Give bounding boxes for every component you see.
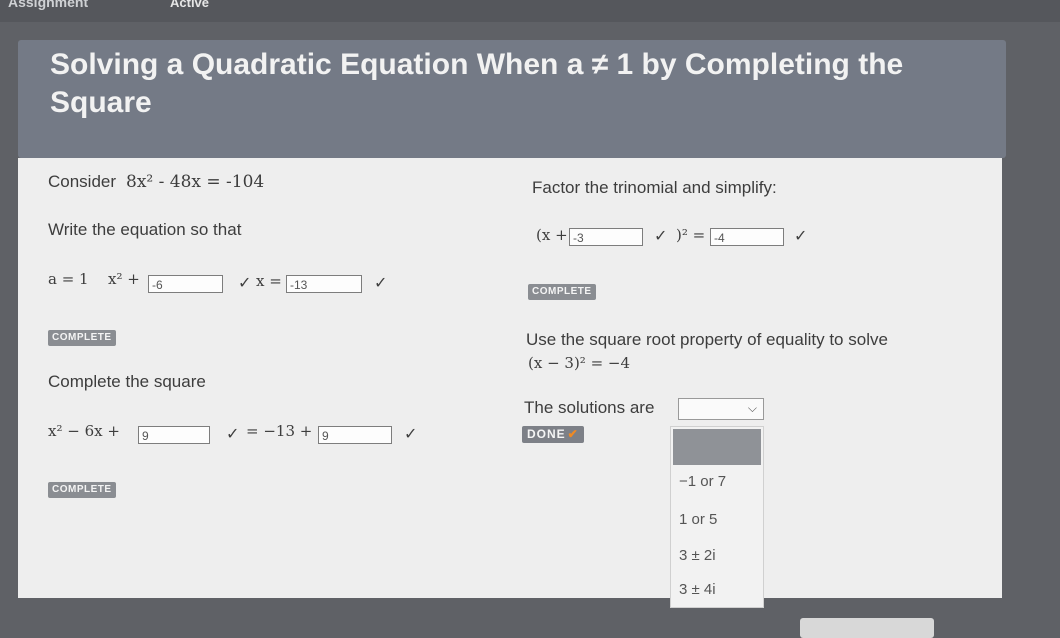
status-label: Active bbox=[170, 0, 210, 10]
factor-constant-input[interactable]: -3 bbox=[569, 228, 643, 246]
done-check-icon: ✔ bbox=[567, 427, 579, 441]
check-icon: ✓ bbox=[374, 275, 388, 292]
a-equals-one: a = 1 bbox=[48, 270, 89, 288]
write-instruction: Write the equation so that bbox=[48, 220, 242, 239]
page-header: Solving a Quadratic Equation When a ≠ 1 … bbox=[18, 40, 1006, 158]
complete-button[interactable]: COMPLETE bbox=[48, 482, 116, 498]
complete-button[interactable]: COMPLETE bbox=[48, 330, 116, 346]
option-3-pm-4i[interactable]: 3 ± 4i bbox=[679, 581, 771, 598]
factor-lhs: (x + bbox=[536, 226, 568, 244]
given-equation: 8x² - 48x = -104 bbox=[126, 172, 265, 192]
check-icon: ✓ bbox=[238, 275, 252, 292]
sqrt-equation: (x − 3)² = −4 bbox=[528, 354, 631, 372]
square-rhs: = −13 + bbox=[246, 422, 313, 440]
page-title: Solving a Quadratic Equation When a ≠ 1 … bbox=[50, 48, 904, 119]
square-rhs-input[interactable]: 9 bbox=[318, 426, 392, 444]
done-button[interactable]: DONE ✔ bbox=[522, 426, 584, 443]
option-1-or-5[interactable]: 1 or 5 bbox=[679, 511, 771, 528]
factor-instruction: Factor the trinomial and simplify: bbox=[532, 178, 777, 197]
x-equals: x = bbox=[256, 272, 282, 290]
bottom-tab[interactable] bbox=[800, 618, 934, 638]
chevron-down-icon: ⌵ bbox=[747, 401, 757, 415]
constant-input[interactable]: -13 bbox=[286, 275, 362, 293]
breadcrumb[interactable]: Assignment bbox=[8, 0, 88, 10]
square-term-input[interactable]: 9 bbox=[138, 426, 210, 444]
factor-mid: )² = bbox=[676, 226, 706, 244]
solutions-dropdown[interactable]: ⌵ bbox=[678, 398, 764, 420]
solutions-options-list: −1 or 7 1 or 5 3 ± 2i 3 ± 4i bbox=[670, 426, 764, 608]
top-bar: Assignment Active bbox=[0, 0, 1060, 22]
option-3-pm-2i[interactable]: 3 ± 2i bbox=[679, 547, 771, 564]
sqrt-instruction: Use the square root property of equality… bbox=[526, 330, 888, 349]
check-icon: ✓ bbox=[404, 426, 418, 443]
complete-button[interactable]: COMPLETE bbox=[528, 284, 596, 300]
check-icon: ✓ bbox=[226, 426, 240, 443]
check-icon: ✓ bbox=[794, 228, 808, 245]
done-label: DONE bbox=[527, 427, 566, 441]
complete-square-label: Complete the square bbox=[48, 372, 206, 391]
solutions-label: The solutions are bbox=[524, 398, 655, 417]
square-lhs: x² − 6x + bbox=[48, 422, 120, 440]
x-squared-plus: x² + bbox=[108, 270, 140, 288]
check-icon: ✓ bbox=[654, 228, 668, 245]
option-minus1-or-7[interactable]: −1 or 7 bbox=[679, 473, 771, 490]
consider-label: Consider bbox=[48, 172, 117, 191]
factor-result-input[interactable]: -4 bbox=[710, 228, 784, 246]
dropdown-highlight[interactable] bbox=[673, 429, 761, 465]
problem-panel: Consider 8x² - 48x = -104 Write the equa… bbox=[18, 158, 1002, 608]
b-coefficient-input[interactable]: -6 bbox=[148, 275, 223, 293]
